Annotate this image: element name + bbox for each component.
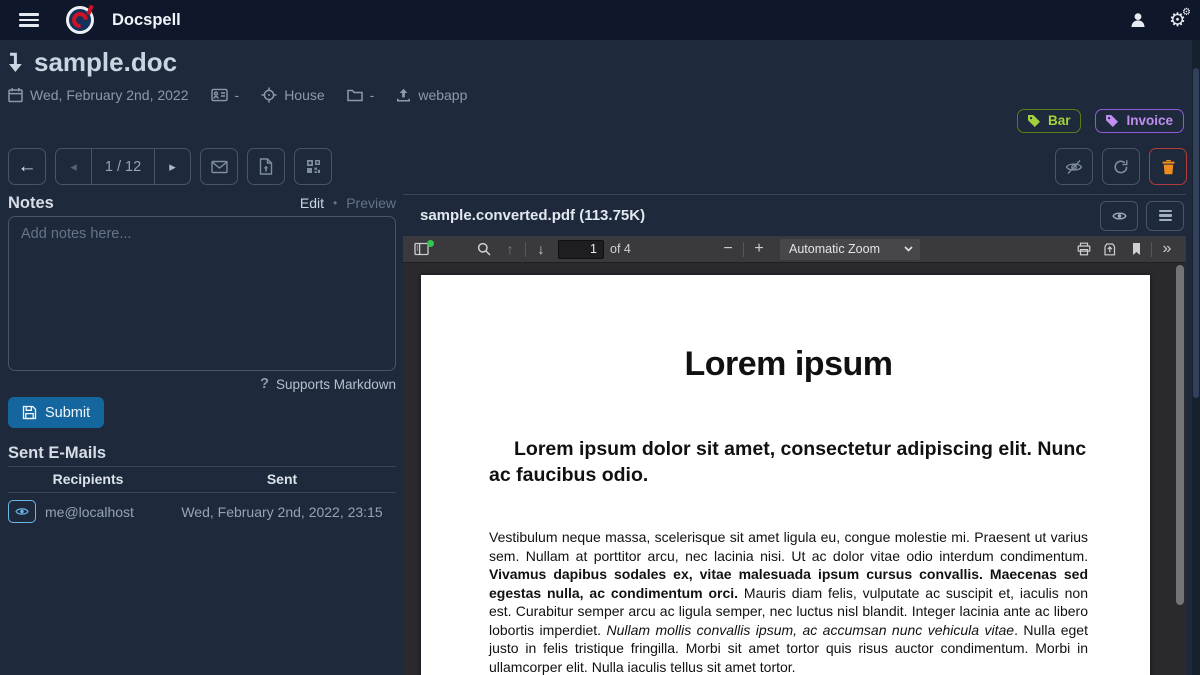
item-title-text: sample.doc (34, 47, 177, 78)
notes-edit-tab[interactable]: Edit (300, 195, 324, 211)
item-toolbar: ← ◂ 1 / 12 ▸ (8, 148, 1187, 185)
hamburger-menu-icon[interactable] (14, 7, 44, 33)
notes-submit-button[interactable]: Submit (8, 397, 104, 428)
item-header: sample.doc Wed, February 2nd, 2022 - Hou… (8, 47, 467, 103)
view-email-button[interactable] (8, 500, 36, 523)
attachment-panel: sample.converted.pdf (113.75K) ↑ ↓ (403, 194, 1186, 675)
pdfjs-toolbar: ↑ ↓ of 4 − + Automatic Zoom (403, 236, 1186, 263)
sent-emails-heading: Sent E-Mails (8, 444, 106, 463)
current-view-bookmark-button[interactable] (1123, 237, 1149, 262)
bookmark-icon (1131, 242, 1142, 256)
zoom-select[interactable]: Automatic Zoom (780, 239, 920, 260)
crosshairs-icon (261, 87, 277, 103)
window-scrollbar[interactable] (1192, 40, 1200, 675)
previous-page-button[interactable]: ↑ (497, 237, 523, 262)
upload-icon (396, 88, 411, 103)
address-card-icon (211, 88, 228, 102)
pdf-viewer: Lorem ipsum Lorem ipsum dolor sit amet, … (403, 263, 1186, 675)
hide-item-button[interactable] (1055, 148, 1093, 185)
next-page-button[interactable]: ↓ (528, 237, 554, 262)
question-icon: ? (260, 376, 269, 392)
eye-icon (1112, 210, 1127, 222)
next-item-button[interactable]: ▸ (155, 149, 190, 184)
add-files-button[interactable] (247, 148, 285, 185)
find-in-document-button[interactable] (471, 237, 497, 262)
item-folder: - (347, 87, 375, 103)
docspell-logo[interactable] (66, 6, 94, 34)
user-account-icon[interactable] (1129, 11, 1147, 29)
item-concerning: House (261, 87, 324, 103)
top-navbar: Docspell ⚙⚙ (0, 0, 1200, 40)
item-date: Wed, February 2nd, 2022 (8, 87, 189, 103)
zoom-in-button[interactable]: + (746, 237, 772, 262)
markdown-hint-link[interactable]: ? Supports Markdown (260, 376, 396, 392)
pdf-page: Lorem ipsum Lorem ipsum dolor sit amet, … (421, 275, 1150, 675)
menu-bars-icon (1159, 210, 1172, 222)
notes-input[interactable] (8, 216, 396, 371)
item-source: webapp (396, 87, 467, 103)
app-title: Docspell (112, 11, 181, 30)
send-mail-button[interactable] (200, 148, 238, 185)
zoom-out-button[interactable]: − (715, 237, 741, 262)
notes-heading: Notes (8, 194, 54, 213)
trash-icon (1161, 159, 1176, 175)
eye-slash-icon (1065, 159, 1083, 175)
sent-emails-table: Recipients Sent me@localhost Wed, Februa… (8, 466, 396, 523)
page-number-input[interactable] (558, 240, 604, 259)
eye-icon (15, 506, 29, 517)
view-original-button[interactable] (1100, 201, 1138, 231)
pdf-subheading: Lorem ipsum dolor sit amet, consectetur … (489, 436, 1088, 488)
qr-code-button[interactable] (294, 148, 332, 185)
calendar-icon (8, 87, 23, 103)
pdf-body-paragraph: Vestibulum neque massa, scelerisque sit … (489, 528, 1088, 675)
tag-icon (1105, 114, 1119, 128)
toggle-sidebar-button[interactable] (409, 237, 435, 262)
tag-list: Bar Invoice (1017, 109, 1184, 133)
settings-gears-icon[interactable]: ⚙⚙ (1169, 11, 1186, 30)
item-side-panel: Notes Edit • Preview ? Supports Markdown… (8, 194, 396, 675)
pagination-label: 1 / 12 (91, 149, 155, 184)
attachment-filename: sample.converted.pdf (113.75K) (420, 207, 645, 224)
redo-icon (1113, 159, 1129, 175)
page-count-label: of 4 (610, 242, 631, 256)
col-sent: Sent (168, 471, 396, 487)
docspell-app: Docspell ⚙⚙ sample.doc Wed, February 2nd… (0, 0, 1200, 675)
tag-icon (1027, 114, 1041, 128)
pdf-document-title: Lorem ipsum (489, 345, 1088, 384)
attachment-menu-button[interactable] (1146, 201, 1184, 231)
more-tools-button[interactable]: » (1154, 237, 1180, 262)
download-arrow-icon (8, 52, 24, 74)
file-upload-icon (259, 158, 273, 175)
tag-invoice[interactable]: Invoice (1095, 109, 1184, 133)
chevron-down-icon (904, 246, 913, 252)
download-button[interactable] (1097, 237, 1123, 262)
prev-item-button[interactable]: ◂ (56, 149, 91, 184)
qr-code-icon (306, 159, 321, 174)
folder-icon (347, 88, 363, 102)
col-recipients: Recipients (8, 471, 168, 487)
dot-separator: • (333, 196, 337, 210)
email-recipient: me@localhost (45, 504, 168, 520)
sent-email-row: me@localhost Wed, February 2nd, 2022, 23… (8, 500, 396, 523)
tag-bar[interactable]: Bar (1017, 109, 1082, 133)
item-correspondent: - (211, 87, 240, 103)
item-pagination: ◂ 1 / 12 ▸ (55, 148, 191, 185)
pdf-scrollbar[interactable] (1176, 265, 1184, 670)
notes-preview-tab[interactable]: Preview (346, 195, 396, 211)
sidebar-notification-dot (427, 240, 434, 247)
envelope-icon (211, 160, 228, 174)
download-file-icon (1103, 242, 1117, 256)
printer-icon (1077, 242, 1091, 256)
print-button[interactable] (1071, 237, 1097, 262)
reprocess-button[interactable] (1102, 148, 1140, 185)
save-icon (22, 405, 37, 420)
email-sent-date: Wed, February 2nd, 2022, 23:15 (168, 504, 396, 520)
back-button[interactable]: ← (8, 148, 46, 185)
delete-item-button[interactable] (1149, 148, 1187, 185)
